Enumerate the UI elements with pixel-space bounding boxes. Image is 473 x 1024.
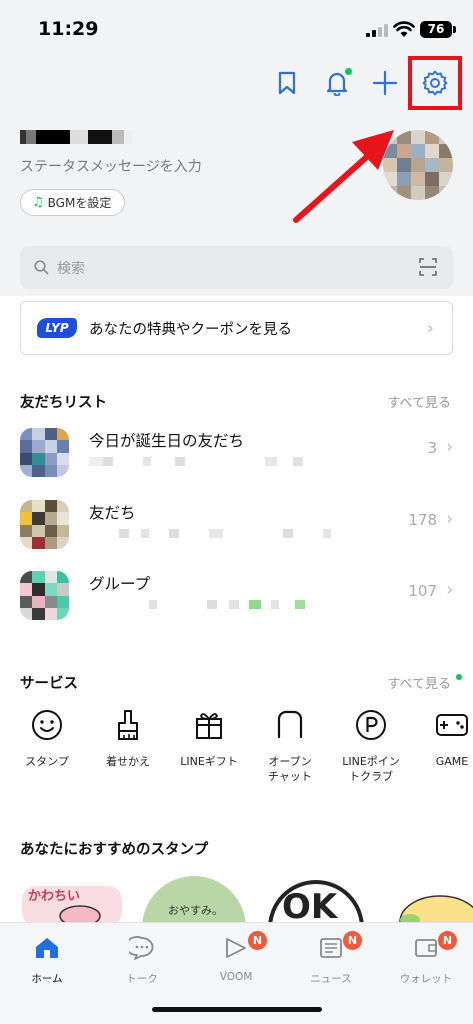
open-chat-icon	[273, 708, 307, 742]
notification-badge: N	[438, 931, 457, 950]
gift-icon	[192, 708, 226, 742]
services-see-all-link[interactable]: すべて見る	[387, 673, 451, 692]
voom-play-icon: N	[201, 931, 271, 965]
friend-row-preview-redacted	[89, 457, 303, 466]
services-section-title: サービス	[20, 676, 78, 692]
tab-label: ホーム	[31, 973, 63, 985]
friend-row-preview-redacted	[89, 600, 305, 609]
services-new-dot	[456, 674, 462, 680]
service-gift[interactable]: LINEギフト	[169, 708, 249, 769]
friends-see-all-link[interactable]: すべて見る	[387, 392, 451, 411]
settings-highlight-box	[408, 56, 462, 110]
stamps-section-title: あなたにおすすめのスタンプ	[20, 842, 209, 858]
tab-home[interactable]: ホーム	[12, 931, 82, 986]
bgm-button[interactable]: ♫ BGMを設定	[20, 189, 126, 216]
tab-label: トーク	[126, 973, 158, 985]
friends-thumbnail	[20, 500, 69, 549]
qr-scan-icon[interactable]	[419, 258, 437, 276]
battery-indicator: 76	[420, 21, 456, 38]
friend-row-count: 107	[408, 582, 437, 600]
gamepad-icon	[435, 708, 469, 742]
chevron-right-icon: ›	[446, 437, 453, 457]
tab-label: VOOM	[219, 971, 253, 983]
service-openchat[interactable]: オープン チャット	[250, 708, 330, 784]
friend-row-count: 178	[408, 511, 437, 529]
friend-row-preview-redacted	[89, 529, 331, 538]
services-row: スタンプ 着せかえ LINEギフト オープン チャット LINEポイン トクラブ…	[0, 708, 473, 793]
service-label: LINEポイン トクラブ	[342, 755, 400, 783]
service-theme[interactable]: 着せかえ	[88, 708, 168, 769]
notification-badge: N	[343, 931, 362, 950]
service-stamp[interactable]: スタンプ	[7, 708, 87, 769]
svg-text:かわちい: かわちい	[28, 889, 80, 904]
birthday-thumbnail	[20, 428, 69, 477]
friend-row-name: グループ	[89, 575, 151, 593]
search-input[interactable]: 検索	[20, 246, 453, 289]
bgm-button-label: BGMを設定	[47, 196, 112, 210]
smiley-icon	[30, 708, 64, 742]
friend-row-friends[interactable]: 友だち 178 ›	[0, 495, 473, 555]
friend-row-groups[interactable]: グループ 107 ›	[0, 566, 473, 626]
sticker-text: おやすみ。	[168, 904, 223, 917]
notification-dot	[345, 68, 352, 75]
friend-row-birthday[interactable]: 今日が誕生日の友だち 3 ›	[0, 423, 473, 483]
chat-bubble-icon	[107, 931, 177, 965]
wallet-icon: N	[391, 931, 461, 965]
tab-voom[interactable]: N VOOM	[201, 931, 271, 983]
chevron-right-icon: ›	[446, 580, 453, 600]
friend-row-count: 3	[427, 439, 437, 457]
tab-news[interactable]: N ニュース	[296, 931, 366, 986]
search-icon	[34, 260, 49, 275]
service-game[interactable]: GAME	[412, 708, 473, 769]
home-icon	[12, 931, 82, 965]
friend-row-name: 今日が誕生日の友だち	[89, 432, 245, 450]
tab-wallet[interactable]: N ウォレット	[391, 931, 461, 986]
lyp-logo: LYP	[37, 318, 77, 338]
wifi-icon	[393, 21, 415, 37]
points-icon	[354, 708, 388, 742]
service-label: GAME	[435, 755, 469, 768]
avatar[interactable]	[383, 130, 453, 200]
service-label: オープン チャット	[268, 755, 312, 783]
profile-name-redacted	[20, 130, 132, 144]
recommended-stamps-strip[interactable]: かわちい おやすみ。 OK	[0, 876, 473, 922]
chevron-right-icon: ›	[426, 317, 434, 339]
friends-section-title: 友だちリスト	[20, 395, 107, 411]
service-points[interactable]: LINEポイン トクラブ	[331, 708, 411, 784]
home-indicator	[152, 1007, 322, 1012]
news-icon: N	[296, 931, 366, 965]
service-label: LINEギフト	[180, 755, 238, 768]
tab-label: ウォレット	[399, 973, 453, 985]
groups-thumbnail	[20, 571, 69, 620]
bookmark-icon[interactable]	[270, 66, 304, 100]
service-label: スタンプ	[25, 755, 69, 768]
tab-chat[interactable]: トーク	[107, 931, 177, 986]
friend-row-name: 友だち	[89, 504, 136, 522]
add-icon[interactable]	[368, 66, 402, 100]
notification-bell-icon[interactable]	[320, 66, 354, 100]
notification-badge: N	[248, 931, 267, 950]
tab-label: ニュース	[310, 973, 352, 985]
music-note-icon: ♫	[32, 195, 44, 210]
status-bar: 11:29 76	[0, 0, 473, 56]
lyp-coupon-banner[interactable]: LYP あなたの特典やクーポンを見る ›	[20, 301, 453, 355]
lyp-banner-text: あなたの特典やクーポンを見る	[89, 321, 292, 338]
service-label: 着せかえ	[106, 755, 150, 768]
brush-icon	[111, 708, 145, 742]
chevron-right-icon: ›	[446, 509, 453, 529]
clock: 11:29	[38, 18, 99, 40]
signal-icon	[366, 24, 388, 37]
sticker-text: OK	[282, 887, 339, 922]
status-message[interactable]: ステータスメッセージを入力	[20, 156, 202, 176]
search-placeholder: 検索	[57, 260, 85, 277]
